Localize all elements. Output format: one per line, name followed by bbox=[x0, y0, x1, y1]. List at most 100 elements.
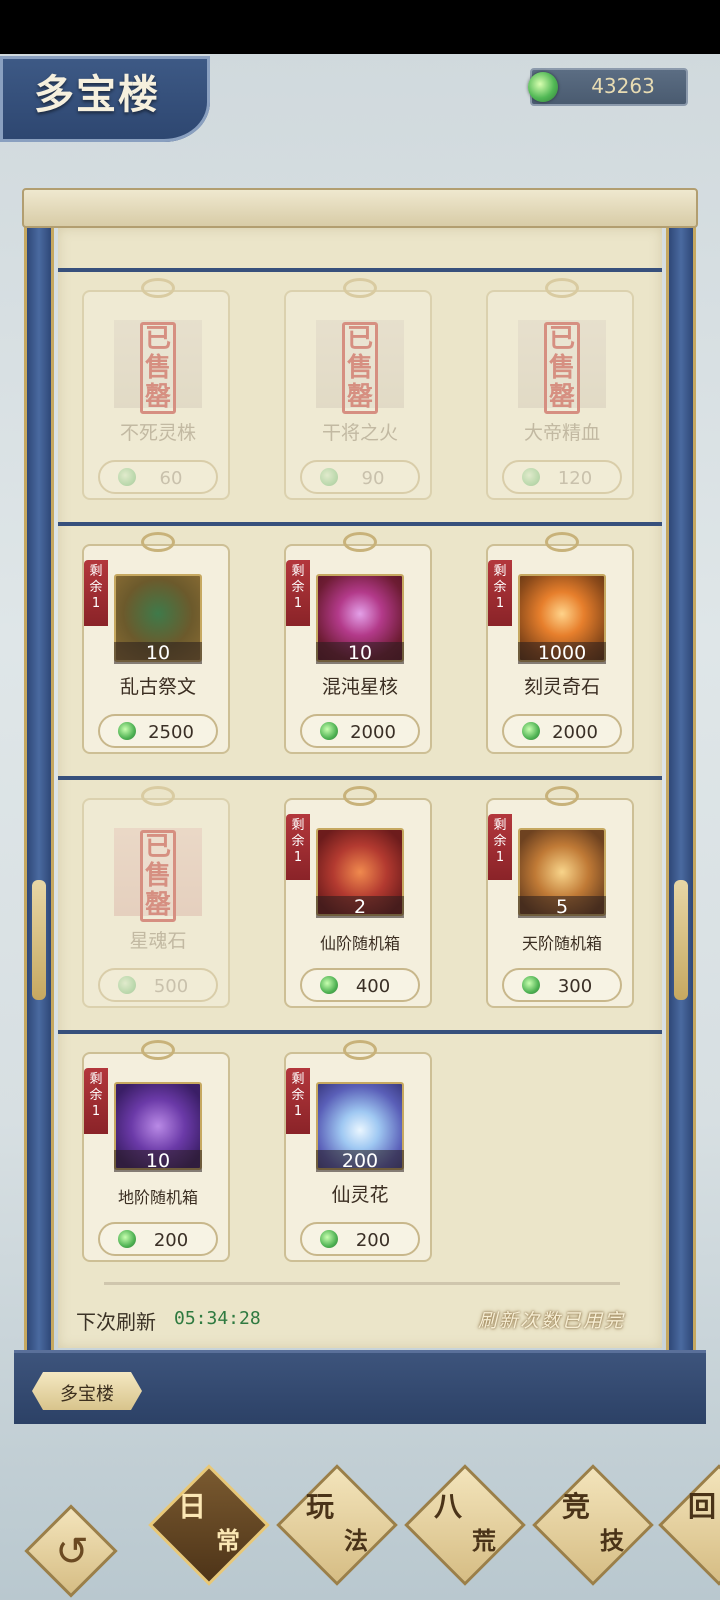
item-count: 200 bbox=[316, 1150, 404, 1172]
nav-more-button[interactable] bbox=[658, 1464, 720, 1586]
shop-item-card[interactable]: 2 剩余 1 仙阶随机箱 400 bbox=[284, 786, 432, 1008]
refresh-countdown: 05:34:28 bbox=[174, 1308, 261, 1329]
status-bar bbox=[0, 0, 720, 54]
shop-item-card[interactable]: 1000 剩余 1 刻灵奇石 2000 bbox=[486, 532, 634, 754]
jade-coin-icon bbox=[118, 976, 136, 994]
knot-ornament bbox=[141, 1040, 175, 1060]
item-name: 不死灵株 bbox=[119, 422, 196, 444]
knot-ornament bbox=[343, 532, 377, 552]
row-divider bbox=[58, 522, 662, 526]
jade-coin-icon bbox=[320, 1230, 338, 1248]
shop-item-card[interactable]: 10 剩余 1 混沌星核 2000 bbox=[284, 532, 432, 754]
knot-ornament bbox=[141, 278, 175, 298]
item-price: 120 bbox=[557, 468, 593, 489]
jade-coin-icon bbox=[528, 72, 558, 102]
jade-coin-icon bbox=[522, 976, 540, 994]
item-count: 5 bbox=[518, 896, 606, 918]
scroll-rod-right bbox=[666, 190, 696, 1390]
remaining-tag: 剩余 1 bbox=[488, 560, 512, 626]
row-divider bbox=[58, 1030, 662, 1034]
remaining-label: 剩余 bbox=[89, 564, 103, 595]
remaining-count: 1 bbox=[293, 850, 303, 865]
item-name: 地阶随机箱 bbox=[117, 1188, 198, 1207]
back-arrow-icon: ↺ bbox=[55, 1529, 89, 1575]
refresh-exhausted-notice: 刷新次数已用完 bbox=[478, 1310, 626, 1332]
scrollbar-track[interactable] bbox=[104, 1282, 620, 1285]
jade-coin-icon bbox=[320, 976, 338, 994]
remaining-count: 1 bbox=[293, 596, 303, 611]
knot-ornament bbox=[545, 786, 579, 806]
shop-item-card[interactable]: 已售罄 大帝精血 120 bbox=[486, 278, 634, 500]
item-price: 300 bbox=[557, 976, 593, 997]
currency-value: 43263 bbox=[591, 74, 655, 98]
remaining-tag: 剩余 1 bbox=[488, 814, 512, 880]
shop-item-card[interactable]: 已售罄 星魂石 500 bbox=[82, 786, 230, 1008]
remaining-tag: 剩余 1 bbox=[286, 560, 310, 626]
tab-duobaolou-label: 多宝楼 bbox=[60, 1384, 114, 1405]
knot-ornament bbox=[343, 786, 377, 806]
jade-coin-icon bbox=[522, 468, 540, 486]
item-count: 10 bbox=[114, 1150, 202, 1172]
remaining-label: 剩余 bbox=[291, 818, 305, 849]
shop-item-card[interactable]: 200 剩余 1 仙灵花 200 bbox=[284, 1040, 432, 1262]
sold-out-stamp: 已售罄 bbox=[342, 322, 378, 414]
remaining-count: 1 bbox=[91, 596, 101, 611]
item-name: 仙灵花 bbox=[331, 1184, 389, 1206]
shop-item-card[interactable]: 已售罄 不死灵株 60 bbox=[82, 278, 230, 500]
row-divider bbox=[58, 268, 662, 272]
jade-coin-icon bbox=[118, 1230, 136, 1248]
item-price: 60 bbox=[159, 468, 183, 489]
shop-item-card[interactable]: 5 剩余 1 天阶随机箱 300 bbox=[486, 786, 634, 1008]
nav-gameplay-label: 玩法 bbox=[306, 1490, 368, 1555]
item-price: 400 bbox=[355, 976, 391, 997]
jade-coin-icon bbox=[118, 468, 136, 486]
item-price: 200 bbox=[153, 1230, 189, 1251]
item-name: 干将之火 bbox=[321, 422, 398, 444]
tassel-left bbox=[32, 880, 46, 1000]
knot-ornament bbox=[545, 532, 579, 552]
jade-coin-icon bbox=[320, 468, 338, 486]
page-title: 多宝楼 bbox=[34, 71, 160, 118]
remaining-label: 剩余 bbox=[291, 564, 305, 595]
knot-ornament bbox=[343, 1040, 377, 1060]
shop-item-card[interactable]: 10 剩余 1 乱古祭文 2500 bbox=[82, 532, 230, 754]
remaining-tag: 剩余 1 bbox=[84, 1068, 108, 1134]
jade-coin-icon bbox=[118, 722, 136, 740]
remaining-label: 剩余 bbox=[89, 1072, 103, 1103]
item-name: 刻灵奇石 bbox=[523, 676, 600, 698]
nav-bahuang-label: 八荒 bbox=[434, 1490, 496, 1555]
remaining-count: 1 bbox=[495, 850, 505, 865]
item-name: 乱古祭文 bbox=[119, 676, 196, 698]
knot-ornament bbox=[545, 278, 579, 298]
shop-item-card[interactable]: 已售罄 干将之火 90 bbox=[284, 278, 432, 500]
item-price: 2000 bbox=[350, 722, 396, 743]
scroll-rod-left bbox=[24, 190, 54, 1390]
remaining-count: 1 bbox=[91, 1104, 101, 1119]
item-count: 10 bbox=[114, 642, 202, 664]
item-price: 90 bbox=[361, 468, 385, 489]
remaining-tag: 剩余 1 bbox=[84, 560, 108, 626]
next-refresh-label: 下次刷新 bbox=[76, 1310, 156, 1334]
knot-ornament bbox=[343, 278, 377, 298]
item-count: 1000 bbox=[518, 642, 606, 664]
scroll-top-roller bbox=[22, 188, 698, 228]
remaining-label: 剩余 bbox=[493, 818, 507, 849]
item-price: 500 bbox=[153, 976, 189, 997]
sold-out-stamp: 已售罄 bbox=[544, 322, 580, 414]
item-name: 星魂石 bbox=[129, 930, 187, 952]
remaining-label: 剩余 bbox=[493, 564, 507, 595]
remaining-label: 剩余 bbox=[291, 1072, 305, 1103]
item-count: 10 bbox=[316, 642, 404, 664]
knot-ornament bbox=[141, 532, 175, 552]
nav-more-label: 回 bbox=[688, 1490, 717, 1523]
item-price: 2500 bbox=[148, 722, 194, 743]
item-name: 仙阶随机箱 bbox=[319, 934, 400, 953]
shop-item-card[interactable]: 10 剩余 1 地阶随机箱 200 bbox=[82, 1040, 230, 1262]
remaining-count: 1 bbox=[495, 596, 505, 611]
jade-coin-icon bbox=[320, 722, 338, 740]
jade-coin-icon bbox=[522, 722, 540, 740]
item-price: 200 bbox=[355, 1230, 391, 1251]
item-name: 天阶随机箱 bbox=[521, 934, 602, 953]
nav-daily-label: 日常 bbox=[178, 1490, 240, 1555]
item-count: 2 bbox=[316, 896, 404, 918]
